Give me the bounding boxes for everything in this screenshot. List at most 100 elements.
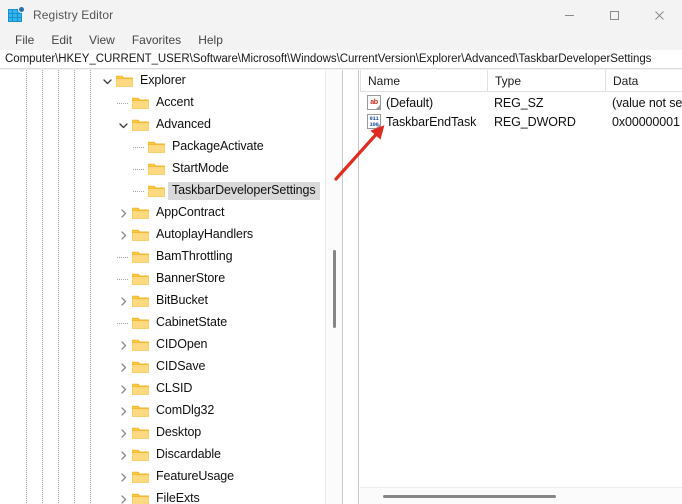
tree-node[interactable]: CIDOpen: [0, 334, 342, 356]
folder-icon: [132, 470, 149, 484]
pane-splitter[interactable]: [342, 70, 359, 504]
tree-node[interactable]: Desktop: [0, 422, 342, 444]
values-scrollbar-thumb[interactable]: [383, 495, 556, 498]
tree-node-label[interactable]: TaskbarDeveloperSettings: [168, 182, 320, 200]
tree-node[interactable]: FileExts: [0, 488, 342, 504]
tree-node[interactable]: AppContract: [0, 202, 342, 224]
tree-node-label[interactable]: StartMode: [168, 160, 233, 178]
folder-icon: [132, 338, 149, 352]
tree-node-label[interactable]: Accent: [152, 94, 198, 112]
tree-node-label[interactable]: FeatureUsage: [152, 468, 238, 486]
tree-node[interactable]: FeatureUsage: [0, 466, 342, 488]
tree-node-label[interactable]: FileExts: [152, 490, 204, 504]
tree-node[interactable]: BitBucket: [0, 290, 342, 312]
tree-node-list: Explorer Accent Advanced PackageActivate Sta…: [0, 70, 342, 504]
maximize-icon[interactable]: [592, 0, 637, 30]
value-data-cell: (value not set: [612, 95, 682, 110]
tree-node-label[interactable]: PackageActivate: [168, 138, 268, 156]
tree-node-label[interactable]: Discardable: [152, 446, 225, 464]
chevron-right-icon[interactable]: [116, 378, 130, 400]
chevron-right-icon[interactable]: [116, 488, 130, 504]
chevron-right-icon[interactable]: [116, 224, 130, 246]
tree-node[interactable]: CLSID: [0, 378, 342, 400]
chevron-right-icon[interactable]: [116, 356, 130, 378]
tree-node-label[interactable]: Desktop: [152, 424, 205, 442]
window-title: Registry Editor: [33, 8, 114, 22]
column-header-data[interactable]: Data: [605, 70, 682, 91]
tree-connector: [133, 191, 145, 192]
tree-node[interactable]: Discardable: [0, 444, 342, 466]
chevron-down-icon[interactable]: [100, 70, 114, 92]
tree-node[interactable]: ComDlg32: [0, 400, 342, 422]
menu-edit[interactable]: Edit: [43, 31, 81, 49]
chevron-right-icon[interactable]: [116, 290, 130, 312]
menu-view[interactable]: View: [81, 31, 124, 49]
tree-node-label[interactable]: AutoplayHandlers: [152, 226, 257, 244]
tree-node[interactable]: BannerStore: [0, 268, 342, 290]
tree-connector: [133, 169, 145, 170]
value-row[interactable]: ab (Default) REG_SZ (value not set: [360, 93, 682, 112]
tree-node[interactable]: CIDSave: [0, 356, 342, 378]
tree-node-label[interactable]: BamThrottling: [152, 248, 237, 266]
tree-vertical-scrollbar[interactable]: [325, 70, 342, 504]
column-header-name[interactable]: Name: [360, 70, 487, 91]
chevron-right-icon[interactable]: [116, 334, 130, 356]
registry-path: Computer\HKEY_CURRENT_USER\Software\Micr…: [5, 53, 652, 65]
registry-values-pane[interactable]: Name Type Data ab (Default) REG_SZ (value not…: [360, 70, 682, 504]
chevron-right-icon[interactable]: [116, 444, 130, 466]
values-horizontal-scrollbar[interactable]: [360, 487, 682, 504]
folder-icon: [148, 162, 165, 176]
dword-value-icon: 011 100: [367, 114, 381, 129]
chevron-right-icon[interactable]: [116, 422, 130, 444]
tree-node[interactable]: CabinetState: [0, 312, 342, 334]
registry-editor-icon: [8, 6, 25, 23]
tree-node-label[interactable]: CabinetState: [152, 314, 231, 332]
tree-node-label[interactable]: Advanced: [152, 116, 215, 134]
content-area: Explorer Accent Advanced PackageActivate Sta…: [0, 70, 682, 504]
tree-node[interactable]: Advanced: [0, 114, 342, 136]
tree-node[interactable]: Explorer: [0, 70, 342, 92]
minimize-icon[interactable]: [547, 0, 592, 30]
values-column-header: Name Type Data: [360, 70, 682, 92]
tree-node[interactable]: StartMode: [0, 158, 342, 180]
address-bar[interactable]: Computer\HKEY_CURRENT_USER\Software\Micr…: [0, 50, 682, 69]
tree-node-label[interactable]: CIDSave: [152, 358, 209, 376]
tree-node[interactable]: BamThrottling: [0, 246, 342, 268]
tree-node-label[interactable]: CIDOpen: [152, 336, 211, 354]
tree-node-label[interactable]: Explorer: [136, 72, 190, 90]
close-icon[interactable]: [637, 0, 682, 30]
column-header-type[interactable]: Type: [487, 70, 605, 91]
tree-scrollbar-thumb[interactable]: [333, 250, 336, 328]
tree-node-label[interactable]: CLSID: [152, 380, 196, 398]
tree-node-label[interactable]: AppContract: [152, 204, 228, 222]
tree-connector: [117, 279, 129, 280]
folder-icon: [132, 206, 149, 220]
chevron-right-icon[interactable]: [116, 202, 130, 224]
tree-connector: [133, 147, 145, 148]
menu-help[interactable]: Help: [190, 31, 232, 49]
menu-bar: File Edit View Favorites Help: [0, 30, 682, 50]
tree-node-label[interactable]: ComDlg32: [152, 402, 218, 420]
value-type-cell: REG_SZ: [494, 95, 544, 110]
menu-favorites[interactable]: Favorites: [124, 31, 190, 49]
chevron-right-icon[interactable]: [116, 400, 130, 422]
tree-node[interactable]: AutoplayHandlers: [0, 224, 342, 246]
tree-node[interactable]: Accent: [0, 92, 342, 114]
value-row[interactable]: 011 100 TaskbarEndTask REG_DWORD 0x00000001 …: [360, 112, 682, 131]
tree-node[interactable]: PackageActivate: [0, 136, 342, 158]
folder-icon: [132, 96, 149, 110]
tree-connector: [117, 103, 129, 104]
window-controls: [547, 0, 682, 30]
tree-node[interactable]: TaskbarDeveloperSettings: [0, 180, 342, 202]
folder-icon: [132, 404, 149, 418]
chevron-right-icon[interactable]: [116, 466, 130, 488]
tree-connector: [117, 257, 129, 258]
registry-tree-pane[interactable]: Explorer Accent Advanced PackageActivate Sta…: [0, 70, 342, 504]
folder-icon: [148, 184, 165, 198]
value-type-cell: REG_DWORD: [494, 114, 576, 129]
chevron-down-icon[interactable]: [116, 114, 130, 136]
folder-icon: [132, 250, 149, 264]
menu-file[interactable]: File: [7, 31, 43, 49]
tree-node-label[interactable]: BitBucket: [152, 292, 212, 310]
tree-node-label[interactable]: BannerStore: [152, 270, 229, 288]
